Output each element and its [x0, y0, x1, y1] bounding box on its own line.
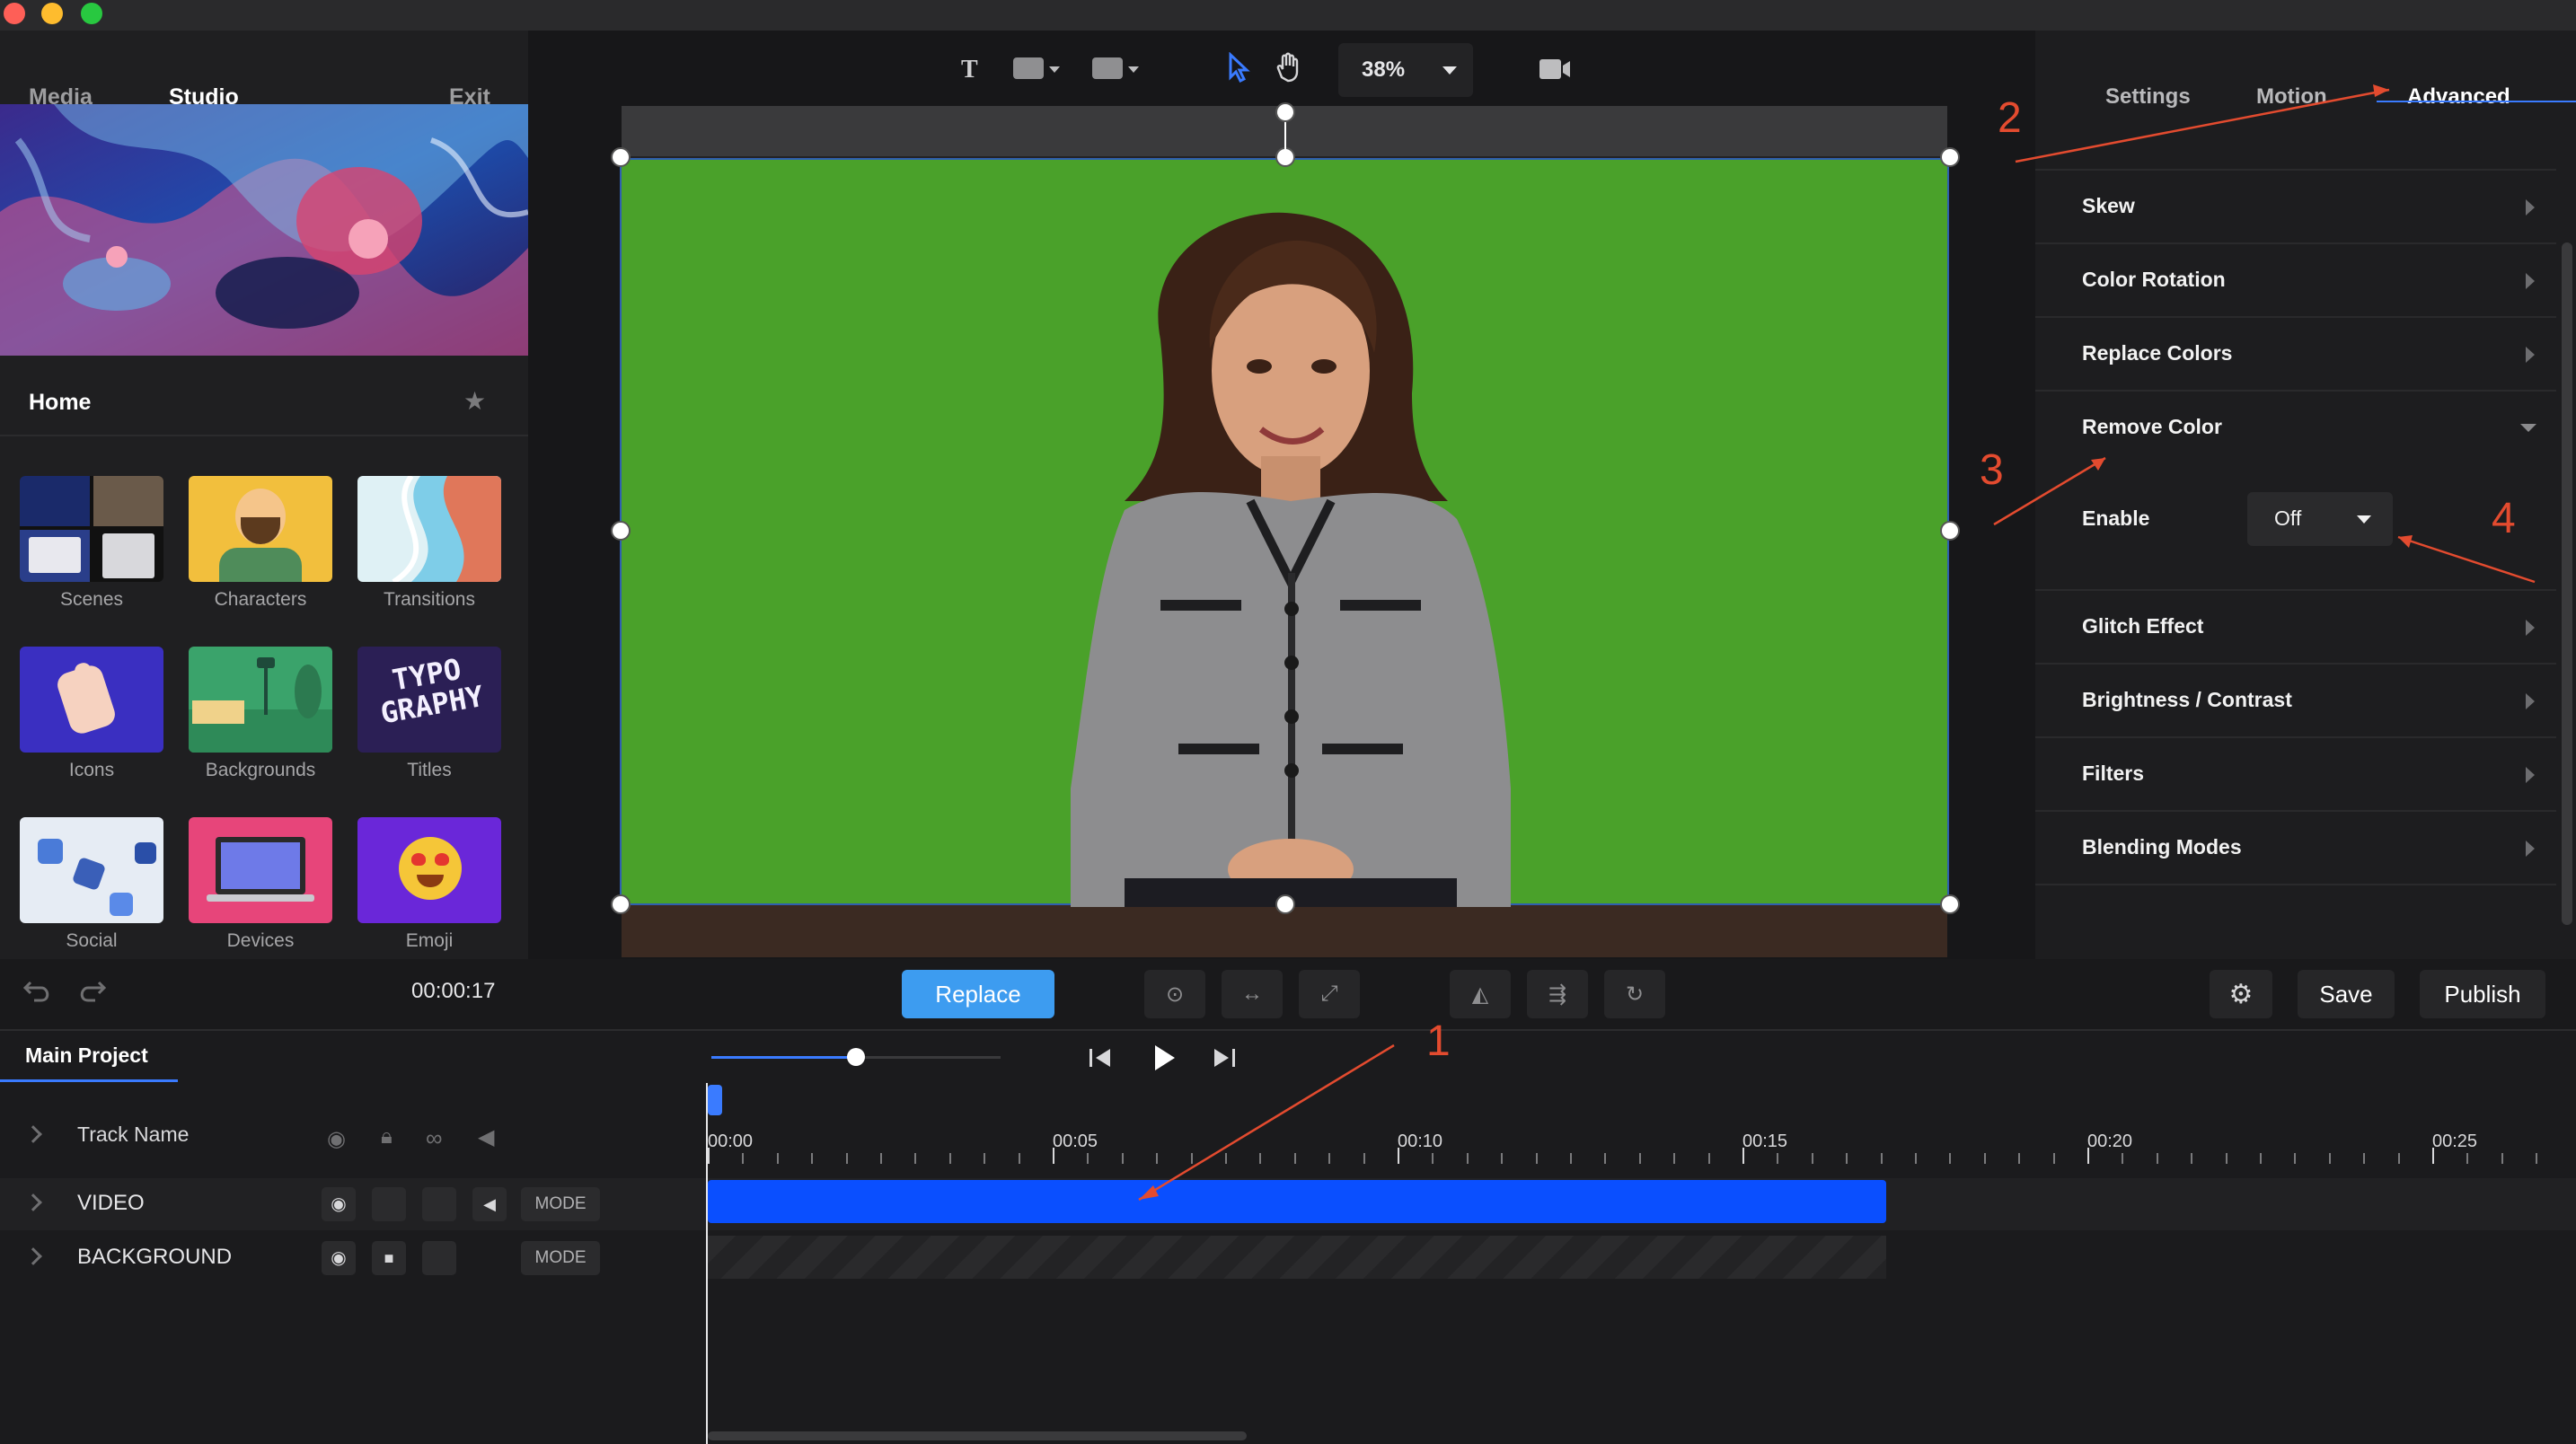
annotation-number: 2	[1998, 94, 2022, 142]
annotation-number: 1	[1426, 1017, 1451, 1065]
annotation-arrows	[1138, 84, 2536, 1202]
annotation-number: 3	[1980, 446, 2004, 494]
annotation-number: 4	[2492, 495, 2516, 542]
